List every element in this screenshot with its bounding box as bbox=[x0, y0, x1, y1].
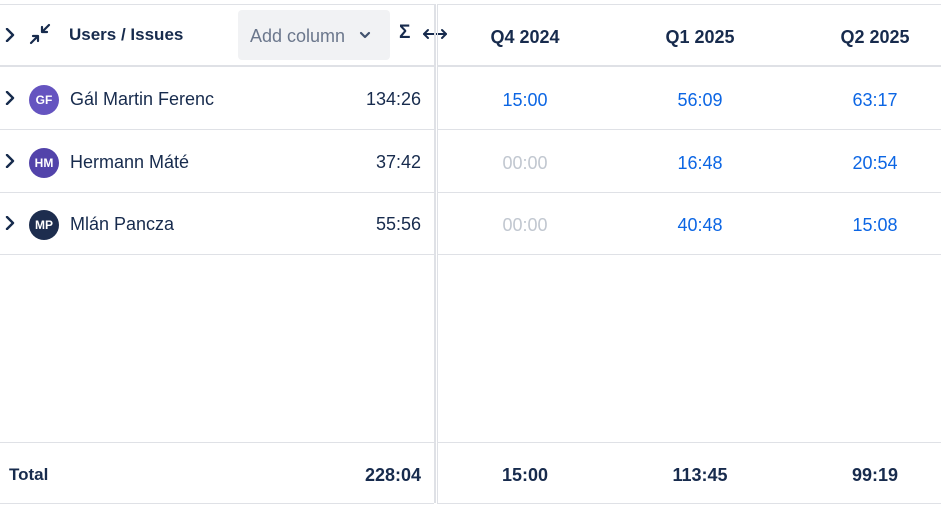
chevron-right-icon[interactable] bbox=[4, 27, 16, 43]
column-header-quarter: Q1 2025 bbox=[665, 27, 735, 47]
quarters-panel: Q4 2024 Q1 2025 Q2 2025 15:00 56:09 63:1… bbox=[437, 4, 941, 504]
time-cell-empty: 00:00 bbox=[502, 215, 548, 235]
quarter-total: 15:00 bbox=[501, 465, 549, 485]
collapse-arrows-icon[interactable] bbox=[28, 22, 52, 46]
total-label: Total bbox=[9, 465, 49, 484]
table-row: 15:00 56:09 63:17 bbox=[438, 67, 941, 130]
sum-toggle-button[interactable]: Σ bbox=[399, 22, 410, 44]
time-cell[interactable]: 15:00 bbox=[455, 90, 595, 111]
table-row[interactable]: GF Gál Martin Ferenc 134:26 bbox=[0, 67, 434, 130]
quarter-total: 113:45 bbox=[672, 465, 728, 485]
time-cell[interactable]: 15:08 bbox=[805, 215, 941, 236]
avatar: HM bbox=[29, 148, 59, 178]
add-column-placeholder: Add column bbox=[250, 26, 346, 46]
users-issues-panel: Users / Issues Add column Σ GF Gál Marti… bbox=[0, 4, 447, 504]
time-cell[interactable]: 20:54 bbox=[805, 153, 941, 174]
row-total: 37:42 bbox=[375, 152, 421, 172]
column-title-users-issues: Users / Issues bbox=[69, 25, 184, 44]
chevron-right-icon[interactable] bbox=[4, 90, 16, 106]
time-cell[interactable]: 40:48 bbox=[630, 215, 770, 236]
column-header-quarter: Q4 2024 bbox=[490, 27, 560, 47]
table-header: Users / Issues Add column Σ bbox=[0, 5, 447, 67]
panel-divider[interactable] bbox=[434, 4, 436, 503]
time-cell[interactable]: 63:17 bbox=[805, 90, 941, 111]
chevron-down-icon bbox=[358, 28, 372, 42]
quarter-total: 99:19 bbox=[851, 465, 899, 485]
total-row: Total 228:04 bbox=[0, 442, 434, 504]
avatar: GF bbox=[29, 85, 59, 115]
chevron-right-icon[interactable] bbox=[4, 153, 16, 169]
user-name: Hermann Máté bbox=[70, 152, 190, 172]
quarters-header: Q4 2024 Q1 2025 Q2 2025 bbox=[438, 5, 941, 67]
time-cell-empty: 00:00 bbox=[502, 153, 548, 173]
table-row: 00:00 40:48 15:08 bbox=[438, 192, 941, 255]
user-name: Gál Martin Ferenc bbox=[70, 89, 215, 109]
quarters-total-row: 15:00 113:45 99:19 bbox=[438, 442, 941, 504]
column-header-quarter: Q2 2025 bbox=[840, 27, 910, 47]
add-column-select[interactable]: Add column bbox=[238, 10, 390, 60]
avatar: MP bbox=[29, 210, 59, 240]
table-row: 00:00 16:48 20:54 bbox=[438, 130, 941, 193]
row-total: 134:26 bbox=[365, 89, 421, 109]
time-cell[interactable]: 16:48 bbox=[630, 153, 770, 174]
time-cell[interactable]: 56:09 bbox=[630, 90, 770, 111]
grand-total: 228:04 bbox=[364, 465, 421, 485]
user-name: Mlán Pancza bbox=[70, 214, 175, 234]
row-total: 55:56 bbox=[375, 214, 421, 234]
table-row[interactable]: MP Mlán Pancza 55:56 bbox=[0, 192, 434, 255]
chevron-right-icon[interactable] bbox=[4, 215, 16, 231]
table-row[interactable]: HM Hermann Máté 37:42 bbox=[0, 130, 434, 193]
timesheet-report: Users / Issues Add column Σ GF Gál Marti… bbox=[0, 0, 941, 507]
